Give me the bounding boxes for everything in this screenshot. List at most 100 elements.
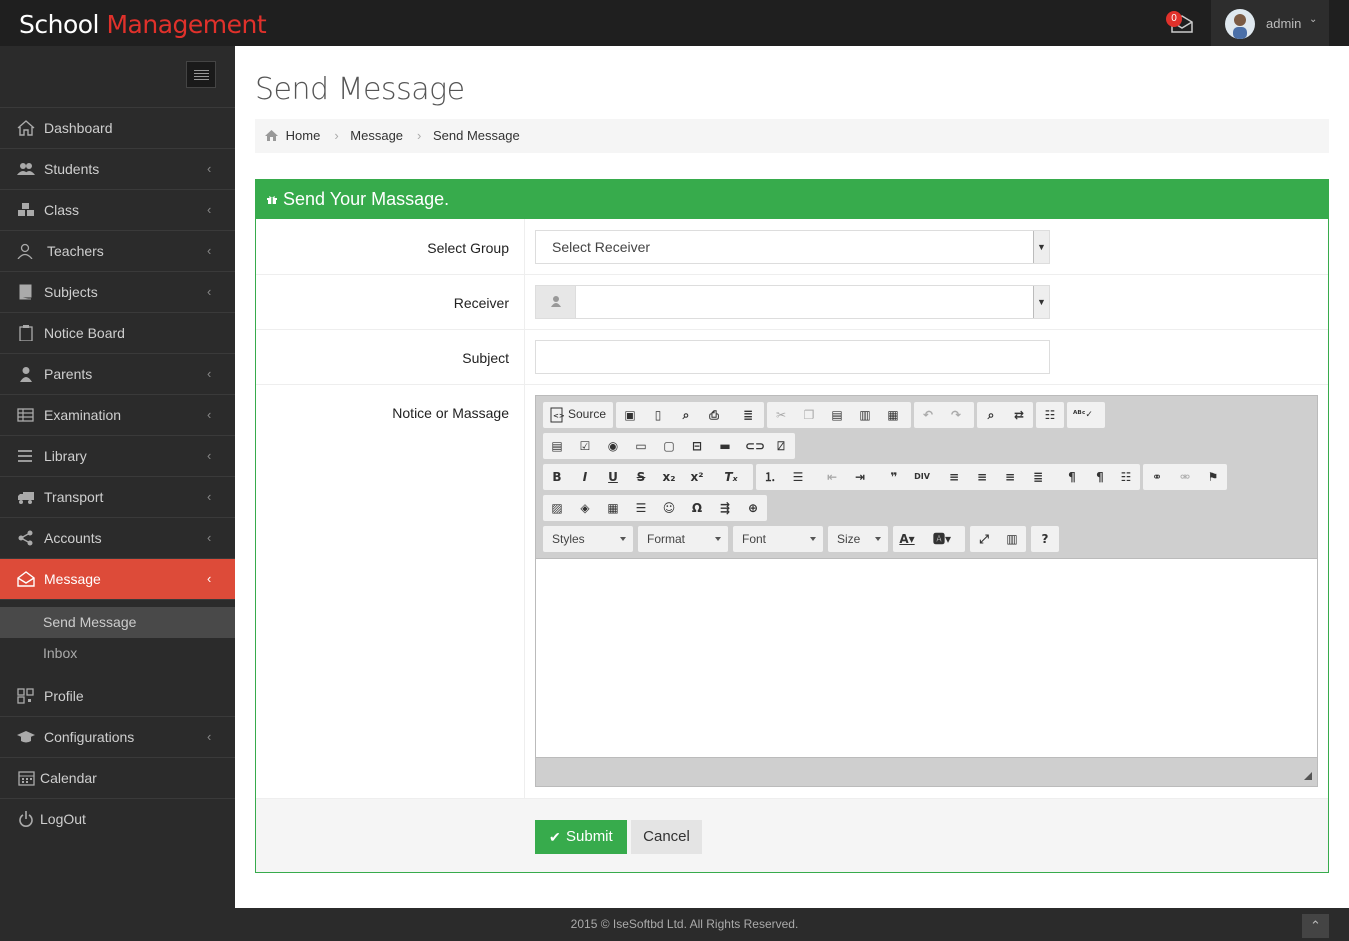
italic-icon[interactable]: I [577, 469, 593, 485]
subject-input[interactable] [535, 340, 1050, 374]
sidebar-item-library[interactable]: Library ‹ [0, 436, 235, 477]
editor-content-area[interactable] [536, 558, 1317, 758]
subscript-icon[interactable]: x₂ [661, 469, 677, 485]
format-combo[interactable]: Format [638, 526, 728, 552]
submit-button[interactable]: ✔ Submit [535, 820, 627, 854]
sidebar-item-transport[interactable]: Transport ‹ [0, 477, 235, 518]
special-char-icon[interactable]: Ω [689, 500, 705, 516]
print-icon[interactable]: ⎙ [706, 407, 722, 423]
sidebar-item-subjects[interactable]: Subjects ‹ [0, 272, 235, 313]
textarea-icon[interactable]: ▢ [661, 438, 677, 454]
paste-text-icon[interactable]: ▥ [857, 407, 873, 423]
strike-icon[interactable]: S [633, 469, 649, 485]
brand-logo[interactable]: School Management [19, 10, 267, 39]
styles-combo[interactable]: Styles [543, 526, 633, 552]
sidebar-item-message[interactable]: Message ‹ [0, 559, 235, 600]
page-break-icon[interactable]: ⇶ [717, 500, 733, 516]
sidebar-item-teachers[interactable]: Teachers ‹ [0, 231, 235, 272]
sidebar-item-logout[interactable]: LogOut [0, 799, 235, 840]
select-field-icon[interactable]: ⊟ [689, 438, 705, 454]
select-group-dropdown[interactable]: Select Receiver ▼ [535, 230, 1050, 264]
sidebar-item-calendar[interactable]: Calendar [0, 758, 235, 799]
table-insert-icon[interactable]: ▦ [605, 500, 621, 516]
breadcrumb-home-link[interactable]: Home [286, 128, 321, 143]
receiver-select[interactable]: ▼ [535, 285, 1050, 319]
sidebar-item-configurations[interactable]: Configurations ‹ [0, 717, 235, 758]
numbered-list-icon[interactable]: ⒈ [762, 469, 778, 485]
form-icon[interactable]: ▤ [549, 438, 565, 454]
preview-icon[interactable]: ⌕ [678, 407, 694, 423]
resize-handle-icon[interactable] [1304, 772, 1312, 780]
bulleted-list-icon[interactable]: ☰ [790, 469, 806, 485]
breadcrumb-message-link[interactable]: Message [350, 128, 403, 143]
sidebar-item-examination[interactable]: Examination ‹ [0, 395, 235, 436]
align-center-icon[interactable]: ≡ [974, 469, 990, 485]
text-color-icon[interactable]: A▾ [899, 531, 915, 547]
sidebar-item-accounts[interactable]: Accounts ‹ [0, 518, 235, 559]
anchor-flag-icon[interactable]: ⚑ [1205, 469, 1221, 485]
size-combo[interactable]: Size [828, 526, 888, 552]
remove-format-icon[interactable]: Tₓ [723, 469, 739, 485]
sidebar-item-students[interactable]: Students ‹ [0, 149, 235, 190]
sidebar-item-profile[interactable]: Profile [0, 676, 235, 717]
radio-icon[interactable]: ◉ [605, 438, 621, 454]
help-icon[interactable]: ? [1037, 531, 1053, 547]
button-field-icon[interactable]: ▬ [717, 438, 733, 454]
unlink-icon[interactable]: ⚮ [1177, 469, 1193, 485]
paste-icon[interactable]: ▤ [829, 407, 845, 423]
indent-icon[interactable]: ⇥ [852, 469, 868, 485]
hidden-field-icon[interactable]: ⍁ [773, 438, 789, 454]
ltr-icon[interactable]: ¶ [1064, 469, 1080, 485]
rtl-icon[interactable]: ¶ [1092, 469, 1108, 485]
cut-icon[interactable]: ✂ [773, 407, 789, 423]
maximize-icon[interactable]: ⤢ [976, 531, 992, 547]
sidebar-item-dashboard[interactable]: Dashboard [0, 108, 235, 149]
sidebar-item-class[interactable]: Class ‹ [0, 190, 235, 231]
flash-icon[interactable]: ◈ [577, 500, 593, 516]
outdent-icon[interactable]: ⇤ [824, 469, 840, 485]
create-div-icon[interactable]: DIV [914, 469, 930, 485]
checkbox-icon[interactable]: ☑ [577, 438, 593, 454]
menu-toggle-icon[interactable] [186, 61, 216, 88]
image-icon[interactable]: ▨ [549, 500, 565, 516]
user-menu[interactable]: admin ⌄ [1211, 0, 1329, 46]
calendar-icon [18, 771, 35, 786]
sidebar-item-label: LogOut [40, 811, 86, 827]
underline-icon[interactable]: U [605, 469, 621, 485]
sidebar-item-parents[interactable]: Parents ‹ [0, 354, 235, 395]
bold-icon[interactable]: B [549, 469, 565, 485]
source-button[interactable]: Source [568, 407, 606, 421]
new-page-icon[interactable]: ▯ [650, 407, 666, 423]
find-icon[interactable]: ⌕ [983, 407, 999, 423]
replace-icon[interactable]: ⇄ [1011, 407, 1027, 423]
language-icon[interactable]: ☷ [1118, 469, 1134, 485]
smiley-icon[interactable]: ☺ [661, 500, 677, 516]
link-icon[interactable]: ⚭ [1149, 469, 1165, 485]
textfield-icon[interactable]: ▭ [633, 438, 649, 454]
redo-icon[interactable]: ↷ [948, 407, 964, 423]
copy-icon[interactable]: ❐ [801, 407, 817, 423]
horizontal-rule-icon[interactable]: ☰ [633, 500, 649, 516]
cancel-button[interactable]: Cancel [631, 820, 702, 854]
templates-icon[interactable]: ≣ [740, 407, 756, 423]
spellcheck-icon[interactable]: ᴬᴮᶜ✓ [1073, 407, 1093, 423]
bg-color-icon[interactable]: 🅰▾ [933, 531, 951, 547]
show-blocks-icon[interactable]: ▥ [1004, 531, 1020, 547]
align-justify-icon[interactable]: ≣ [1030, 469, 1046, 485]
submenu-item-send-message[interactable]: Send Message [0, 607, 235, 638]
superscript-icon[interactable]: x² [689, 469, 705, 485]
submenu-item-inbox[interactable]: Inbox [0, 638, 235, 669]
save-icon[interactable]: ▣ [622, 407, 638, 423]
image-button-icon[interactable]: ⊂⊃ [745, 438, 765, 454]
align-right-icon[interactable]: ≡ [1002, 469, 1018, 485]
iframe-icon[interactable]: ⊕ [745, 500, 761, 516]
scroll-top-icon[interactable]: ⌃ [1302, 914, 1329, 938]
select-all-icon[interactable]: ☷ [1042, 407, 1058, 423]
source-icon[interactable]: <> [549, 407, 565, 423]
font-combo[interactable]: Font [733, 526, 823, 552]
align-left-icon[interactable]: ≡ [946, 469, 962, 485]
paste-word-icon[interactable]: ▦ [885, 407, 901, 423]
blockquote-icon[interactable]: ❞ [886, 469, 902, 485]
undo-icon[interactable]: ↶ [920, 407, 936, 423]
sidebar-item-notice-board[interactable]: Notice Board [0, 313, 235, 354]
